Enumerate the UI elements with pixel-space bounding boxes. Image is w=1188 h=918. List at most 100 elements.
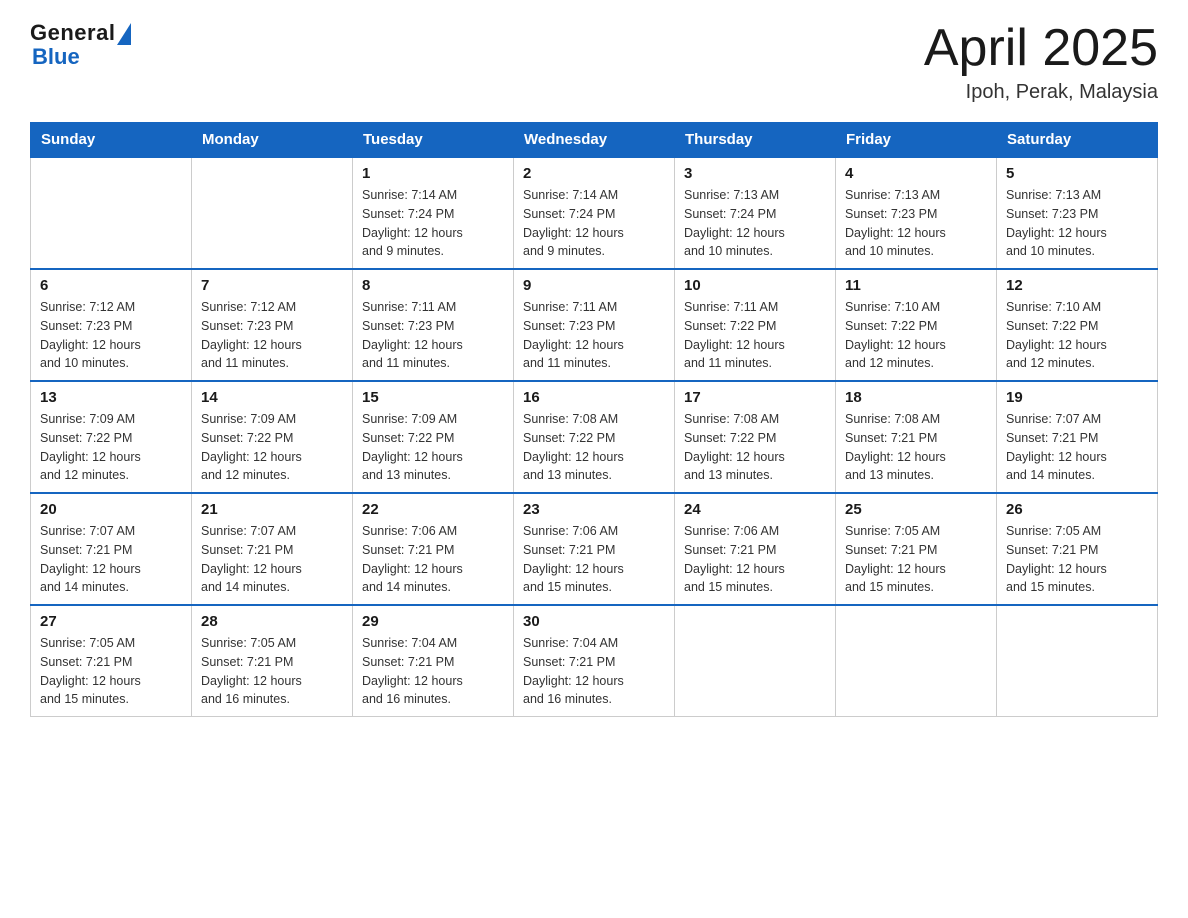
day-info: Sunrise: 7:07 AMSunset: 7:21 PMDaylight:… (40, 522, 182, 597)
calendar-cell: 29Sunrise: 7:04 AMSunset: 7:21 PMDayligh… (353, 605, 514, 717)
logo-blue-text: Blue (30, 44, 80, 70)
day-number: 17 (684, 389, 826, 406)
calendar-cell: 2 Sunrise: 7:14 AMSunset: 7:24 PMDaylight… (514, 157, 675, 269)
weekday-header-monday: Monday (192, 123, 353, 158)
calendar-cell: 30Sunrise: 7:04 AMSunset: 7:21 PMDayligh… (514, 605, 675, 717)
day-info: Sunrise: 7:08 AMSunset: 7:22 PMDaylight:… (523, 410, 665, 485)
calendar-cell: 23Sunrise: 7:06 AMSunset: 7:21 PMDayligh… (514, 493, 675, 605)
day-number: 1 (362, 165, 504, 182)
day-number: 30 (523, 613, 665, 630)
week-row-5: 27 Sunrise: 7:05 AMSunset: 7:21 PMDayligh… (31, 605, 1158, 717)
calendar-cell: 11 Sunrise: 7:10 AMSunset: 7:22 PMDayligh… (836, 269, 997, 381)
day-number: 15 (362, 389, 504, 406)
calendar-cell: 5 Sunrise: 7:13 AMSunset: 7:23 PMDaylight… (997, 157, 1158, 269)
week-row-2: 6Sunrise: 7:12 AMSunset: 7:23 PMDaylight… (31, 269, 1158, 381)
page-header: General Blue April 2025 Ipoh, Perak, Mal… (30, 20, 1158, 104)
day-info: Sunrise: 7:08 AMSunset: 7:22 PMDaylight:… (684, 410, 826, 485)
day-number: 20 (40, 501, 182, 518)
day-number: 25 (845, 501, 987, 518)
weekday-header-wednesday: Wednesday (514, 123, 675, 158)
calendar-cell: 26 Sunrise: 7:05 AMSunset: 7:21 PMDayligh… (997, 493, 1158, 605)
day-number: 3 (684, 165, 826, 182)
calendar-cell (31, 157, 192, 269)
day-number: 18 (845, 389, 987, 406)
weekday-header-friday: Friday (836, 123, 997, 158)
day-number: 12 (1006, 277, 1148, 294)
title-area: April 2025 Ipoh, Perak, Malaysia (924, 20, 1158, 104)
day-info: Sunrise: 7:11 AMSunset: 7:23 PMDaylight:… (362, 298, 504, 373)
day-info: Sunrise: 7:05 AMSunset: 7:21 PMDaylight:… (845, 522, 987, 597)
day-info: Sunrise: 7:05 AMSunset: 7:21 PMDaylight:… (40, 634, 182, 709)
calendar-cell (836, 605, 997, 717)
day-number: 19 (1006, 389, 1148, 406)
calendar-cell: 1 Sunrise: 7:14 AMSunset: 7:24 PMDaylight… (353, 157, 514, 269)
day-info: Sunrise: 7:09 AMSunset: 7:22 PMDaylight:… (362, 410, 504, 485)
calendar-cell: 9 Sunrise: 7:11 AMSunset: 7:23 PMDaylight… (514, 269, 675, 381)
weekday-header-sunday: Sunday (31, 123, 192, 158)
weekday-header-tuesday: Tuesday (353, 123, 514, 158)
weekday-header-thursday: Thursday (675, 123, 836, 158)
day-info: Sunrise: 7:10 AMSunset: 7:22 PMDaylight:… (845, 298, 987, 373)
day-number: 2 (523, 165, 665, 182)
calendar-cell: 15 Sunrise: 7:09 AMSunset: 7:22 PMDayligh… (353, 381, 514, 493)
logo: General Blue (30, 20, 131, 70)
day-info: Sunrise: 7:05 AMSunset: 7:21 PMDaylight:… (1006, 522, 1148, 597)
calendar-cell (675, 605, 836, 717)
day-info: Sunrise: 7:06 AMSunset: 7:21 PMDaylight:… (362, 522, 504, 597)
logo-triangle-icon (117, 23, 131, 45)
day-number: 28 (201, 613, 343, 630)
calendar-cell: 21Sunrise: 7:07 AMSunset: 7:21 PMDayligh… (192, 493, 353, 605)
weekday-header-row: SundayMondayTuesdayWednesdayThursdayFrid… (31, 123, 1158, 158)
day-info: Sunrise: 7:10 AMSunset: 7:22 PMDaylight:… (1006, 298, 1148, 373)
day-info: Sunrise: 7:14 AMSunset: 7:24 PMDaylight:… (362, 186, 504, 261)
day-info: Sunrise: 7:13 AMSunset: 7:23 PMDaylight:… (1006, 186, 1148, 261)
day-info: Sunrise: 7:06 AMSunset: 7:21 PMDaylight:… (684, 522, 826, 597)
day-info: Sunrise: 7:09 AMSunset: 7:22 PMDaylight:… (40, 410, 182, 485)
calendar-table: SundayMondayTuesdayWednesdayThursdayFrid… (30, 122, 1158, 717)
day-info: Sunrise: 7:06 AMSunset: 7:21 PMDaylight:… (523, 522, 665, 597)
week-row-1: 1 Sunrise: 7:14 AMSunset: 7:24 PMDaylight… (31, 157, 1158, 269)
day-number: 27 (40, 613, 182, 630)
calendar-cell: 17 Sunrise: 7:08 AMSunset: 7:22 PMDayligh… (675, 381, 836, 493)
calendar-cell: 3 Sunrise: 7:13 AMSunset: 7:24 PMDaylight… (675, 157, 836, 269)
calendar-cell: 20 Sunrise: 7:07 AMSunset: 7:21 PMDayligh… (31, 493, 192, 605)
day-number: 5 (1006, 165, 1148, 182)
day-number: 26 (1006, 501, 1148, 518)
calendar-cell: 10Sunrise: 7:11 AMSunset: 7:22 PMDayligh… (675, 269, 836, 381)
day-info: Sunrise: 7:12 AMSunset: 7:23 PMDaylight:… (201, 298, 343, 373)
calendar-cell: 28 Sunrise: 7:05 AMSunset: 7:21 PMDayligh… (192, 605, 353, 717)
day-number: 13 (40, 389, 182, 406)
day-info: Sunrise: 7:12 AMSunset: 7:23 PMDaylight:… (40, 298, 182, 373)
week-row-3: 13 Sunrise: 7:09 AMSunset: 7:22 PMDayligh… (31, 381, 1158, 493)
day-number: 29 (362, 613, 504, 630)
day-number: 22 (362, 501, 504, 518)
day-number: 8 (362, 277, 504, 294)
calendar-cell: 7 Sunrise: 7:12 AMSunset: 7:23 PMDaylight… (192, 269, 353, 381)
calendar-cell: 8 Sunrise: 7:11 AMSunset: 7:23 PMDaylight… (353, 269, 514, 381)
calendar-cell: 19 Sunrise: 7:07 AMSunset: 7:21 PMDayligh… (997, 381, 1158, 493)
calendar-cell: 22 Sunrise: 7:06 AMSunset: 7:21 PMDayligh… (353, 493, 514, 605)
day-number: 24 (684, 501, 826, 518)
calendar-cell: 18 Sunrise: 7:08 AMSunset: 7:21 PMDayligh… (836, 381, 997, 493)
day-info: Sunrise: 7:14 AMSunset: 7:24 PMDaylight:… (523, 186, 665, 261)
day-number: 21 (201, 501, 343, 518)
day-number: 4 (845, 165, 987, 182)
week-row-4: 20 Sunrise: 7:07 AMSunset: 7:21 PMDayligh… (31, 493, 1158, 605)
day-number: 10 (684, 277, 826, 294)
day-number: 7 (201, 277, 343, 294)
calendar-cell: 16Sunrise: 7:08 AMSunset: 7:22 PMDayligh… (514, 381, 675, 493)
day-number: 11 (845, 277, 987, 294)
day-info: Sunrise: 7:07 AMSunset: 7:21 PMDaylight:… (1006, 410, 1148, 485)
day-info: Sunrise: 7:11 AMSunset: 7:23 PMDaylight:… (523, 298, 665, 373)
calendar-cell: 27 Sunrise: 7:05 AMSunset: 7:21 PMDayligh… (31, 605, 192, 717)
month-title: April 2025 (924, 20, 1158, 77)
weekday-header-saturday: Saturday (997, 123, 1158, 158)
calendar-cell: 14Sunrise: 7:09 AMSunset: 7:22 PMDayligh… (192, 381, 353, 493)
calendar-cell (997, 605, 1158, 717)
calendar-cell: 6Sunrise: 7:12 AMSunset: 7:23 PMDaylight… (31, 269, 192, 381)
day-info: Sunrise: 7:08 AMSunset: 7:21 PMDaylight:… (845, 410, 987, 485)
day-info: Sunrise: 7:13 AMSunset: 7:24 PMDaylight:… (684, 186, 826, 261)
day-number: 9 (523, 277, 665, 294)
calendar-cell: 24 Sunrise: 7:06 AMSunset: 7:21 PMDayligh… (675, 493, 836, 605)
day-info: Sunrise: 7:05 AMSunset: 7:21 PMDaylight:… (201, 634, 343, 709)
